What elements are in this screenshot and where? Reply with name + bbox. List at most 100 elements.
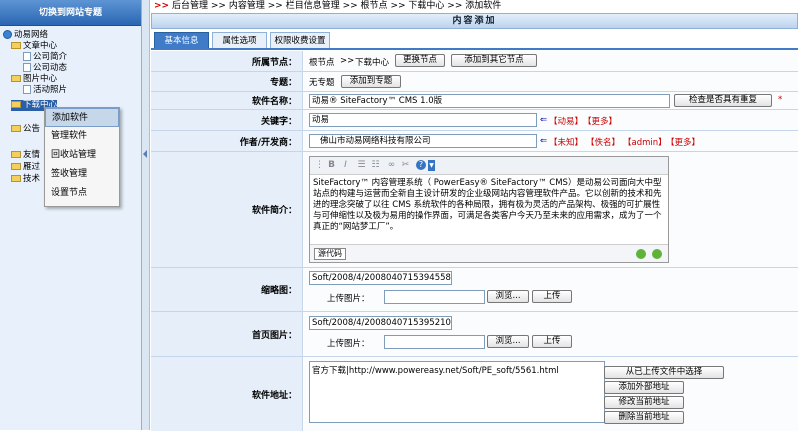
upload-image-label: 上传图片：: [327, 339, 370, 349]
editor-footer: 源代码: [310, 244, 668, 262]
add-external-address-button[interactable]: 添加外部地址: [604, 381, 684, 394]
node-label: 所属节点：: [151, 51, 303, 71]
folder-icon: [11, 163, 21, 170]
switch-site-topic-button[interactable]: 切换到网站专题: [0, 0, 141, 26]
keyword-tag-more[interactable]: 【更多】: [583, 115, 617, 127]
breadcrumb-separator: >>: [210, 1, 226, 11]
row-keyword: 关键字： 动易 ⇐ 【动易】 【更多】: [151, 110, 798, 131]
ctx-sign-manage[interactable]: 签收管理: [45, 165, 119, 184]
sidebar-splitter[interactable]: [142, 0, 150, 430]
breadcrumb-separator: >>: [447, 1, 463, 11]
node-path-root: 根节点: [309, 58, 335, 68]
software-address-label: 软件地址：: [151, 357, 303, 431]
tree-item[interactable]: 公司简介: [23, 52, 67, 63]
tree-item[interactable]: 友情: [11, 150, 40, 161]
breadcrumb-arrow-icon: >>: [154, 1, 170, 11]
topic-value: 无专题: [309, 78, 335, 88]
folder-icon: [11, 151, 21, 158]
keyword-input[interactable]: 动易: [309, 113, 537, 127]
thumbnail-browse-button[interactable]: 浏览...: [487, 290, 529, 303]
software-name-input[interactable]: 动易® SiteFactory™ CMS 1.0版: [309, 94, 670, 108]
ctx-manage-software[interactable]: 管理软件: [45, 127, 119, 146]
homepage-image-browse-button[interactable]: 浏览...: [487, 335, 529, 348]
breadcrumb-item[interactable]: 下载中心: [408, 1, 444, 11]
shrink-editor-icon[interactable]: [652, 249, 662, 259]
thumbnail-upload-button[interactable]: 上传: [532, 290, 572, 303]
thumbnail-file-input[interactable]: [384, 290, 485, 304]
ctx-recycle-bin[interactable]: 回收站管理: [45, 146, 119, 165]
page-icon: [23, 52, 31, 61]
breadcrumb-item[interactable]: 栏目信息管理: [286, 1, 340, 11]
breadcrumb-item[interactable]: 内容管理: [229, 1, 265, 11]
left-arrow-icon: ⇐: [540, 136, 548, 146]
chevron-down-icon[interactable]: ▼: [428, 160, 435, 171]
ctx-add-software[interactable]: 添加软件: [45, 108, 119, 127]
tab-permissions[interactable]: 权限收费设置: [270, 32, 330, 49]
tab-basic-info[interactable]: 基本信息: [154, 32, 209, 49]
homepage-image-label: 首页图片：: [151, 312, 303, 356]
tree-item[interactable]: 公告: [11, 124, 40, 135]
ctx-node-settings[interactable]: 设置节点: [45, 184, 119, 203]
add-topic-button[interactable]: 添加到专题: [341, 75, 401, 88]
page-icon: [23, 63, 31, 72]
homepage-image-upload-button[interactable]: 上传: [532, 335, 572, 348]
tab-attributes[interactable]: 属性选项: [212, 32, 267, 49]
add-other-node-button[interactable]: 添加到其它节点: [451, 54, 537, 67]
author-input[interactable]: 佛山市动易网络科技有限公司: [309, 134, 537, 148]
folder-icon: [11, 42, 21, 49]
required-mark: *: [778, 95, 783, 105]
node-path-separator: >>: [340, 56, 355, 66]
sidebar: 切换到网站专题 动易网络 文章中心 公司简介 公司动态 图片中心 活动照片 下载…: [0, 0, 142, 430]
context-menu: 添加软件 管理软件 回收站管理 签收管理 设置节点: [44, 107, 120, 207]
tree-item[interactable]: 图片中心: [11, 74, 57, 85]
keyword-tag-powereasy[interactable]: 【动易】: [549, 115, 583, 127]
author-tag-unknown[interactable]: 【未知】: [549, 136, 583, 148]
author-tag-anonymous[interactable]: 【佚名】: [586, 136, 620, 148]
tree-item[interactable]: 活动照片: [23, 85, 67, 96]
rich-text-editor: ⋮ B I ☰ ☷ ∞ ✂ ? ▼ SiteFactory™ 内容管理系统（ P…: [309, 156, 669, 263]
check-duplicate-button[interactable]: 检查是否具有重复: [674, 94, 772, 107]
breadcrumb-item[interactable]: 后台管理: [172, 1, 208, 11]
intro-label: 软件简介：: [151, 152, 303, 267]
software-address-list[interactable]: 官方下载|http://www.powereasy.net/Soft/PE_so…: [309, 361, 605, 423]
homepage-image-file-input[interactable]: [384, 335, 485, 349]
help-icon[interactable]: ?: [416, 160, 426, 170]
edit-address-button[interactable]: 修改当前地址: [604, 396, 684, 409]
upload-image-label: 上传图片：: [327, 294, 370, 304]
breadcrumb-item: 添加软件: [465, 1, 502, 11]
tree-item[interactable]: 技术: [11, 174, 40, 185]
change-node-button[interactable]: 更换节点: [395, 54, 445, 67]
tree-item[interactable]: 公司动态: [23, 63, 67, 74]
homepage-image-path-input[interactable]: Soft/2008/4/200804071539521076.: [309, 316, 452, 330]
tree-root[interactable]: 动易网络: [3, 30, 48, 41]
delete-address-button[interactable]: 删除当前地址: [604, 411, 684, 424]
unlink-icon[interactable]: ✂: [400, 160, 411, 171]
collapse-arrow-icon[interactable]: [143, 150, 147, 158]
thumbnail-label: 缩略图：: [151, 268, 303, 311]
author-tag-more[interactable]: 【更多】: [666, 136, 700, 148]
row-software-name: 软件名称： 动易® SiteFactory™ CMS 1.0版 检查是否具有重复…: [151, 92, 798, 110]
intro-text[interactable]: SiteFactory™ 内容管理系统（ PowerEasy® SiteFact…: [313, 178, 665, 233]
source-code-button[interactable]: 源代码: [314, 248, 346, 260]
tree-item[interactable]: 文章中心: [11, 41, 57, 52]
numbered-list-icon[interactable]: ☰: [356, 160, 367, 171]
bold-icon[interactable]: B: [326, 160, 337, 171]
author-tag-admin[interactable]: 【admin】: [623, 136, 667, 148]
link-icon[interactable]: ∞: [386, 160, 397, 171]
expand-editor-icon[interactable]: [636, 249, 646, 259]
italic-icon[interactable]: I: [340, 160, 351, 171]
keyword-label: 关键字：: [151, 110, 303, 130]
page-icon: [23, 85, 31, 94]
editor-toolbar: ⋮ B I ☰ ☷ ∞ ✂ ? ▼: [310, 157, 668, 175]
author-label: 作者/开发商：: [151, 131, 303, 151]
row-topic: 专题： 无专题 添加到专题: [151, 72, 798, 92]
breadcrumb-item[interactable]: 根节点: [361, 1, 388, 11]
folder-icon: [11, 125, 21, 132]
page-title: 内容添加: [151, 13, 798, 29]
thumbnail-path-input[interactable]: Soft/2008/4/200804071539455809.: [309, 271, 452, 285]
tree-item[interactable]: 雁过: [11, 162, 40, 173]
row-thumbnail: 缩略图： Soft/2008/4/200804071539455809. 上传图…: [151, 268, 798, 312]
select-uploaded-file-button[interactable]: 从已上传文件中选择: [604, 366, 724, 379]
breadcrumb-separator: >>: [342, 1, 358, 11]
bullet-list-icon[interactable]: ☷: [370, 160, 381, 171]
